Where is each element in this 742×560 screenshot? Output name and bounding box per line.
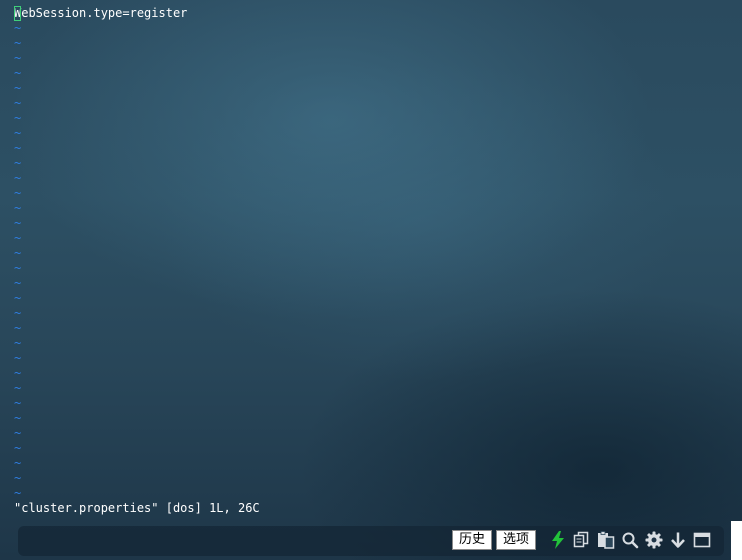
empty-line-markers: ~ ~ ~ ~ ~ ~ ~ ~ ~ ~ ~ ~ ~ ~ ~ ~ ~ ~ ~ ~ ~ ~ ~ ~ ~ ~ ~ ~ ~ ~ ~ ~ bbox=[14, 21, 734, 501]
empty-line-tilde: ~ bbox=[14, 291, 22, 305]
empty-line-tilde: ~ bbox=[14, 21, 22, 35]
download-arrow-icon[interactable] bbox=[668, 530, 688, 550]
empty-line-tilde: ~ bbox=[14, 366, 22, 380]
vim-status-line: "cluster.properties" [dos] 1L, 26C bbox=[14, 501, 260, 515]
editor-line-text: ebSession.type=register bbox=[21, 6, 188, 20]
options-button[interactable]: 选项 bbox=[495, 530, 536, 550]
empty-line-tilde: ~ bbox=[14, 336, 22, 350]
empty-line-tilde: ~ bbox=[14, 426, 22, 440]
empty-line-tilde: ~ bbox=[14, 411, 22, 425]
history-button[interactable]: 历史 bbox=[451, 530, 492, 550]
empty-line-tilde: ~ bbox=[14, 96, 22, 110]
toolbar: 历史 选项 bbox=[451, 530, 712, 550]
bottom-toolbar-bar: 历史 选项 bbox=[18, 526, 724, 556]
gear-icon[interactable] bbox=[644, 530, 664, 550]
empty-line-tilde: ~ bbox=[14, 126, 22, 140]
search-icon[interactable] bbox=[620, 530, 640, 550]
empty-line-tilde: ~ bbox=[14, 111, 22, 125]
empty-line-tilde: ~ bbox=[14, 396, 22, 410]
empty-line-tilde: ~ bbox=[14, 36, 22, 50]
terminal-area[interactable]: WebSession.type=register ~ ~ ~ ~ ~ ~ ~ ~ ~ ~ ~ ~ ~ ~ ~… bbox=[14, 6, 734, 516]
empty-line-tilde: ~ bbox=[14, 186, 22, 200]
empty-line-tilde: ~ bbox=[14, 456, 22, 470]
editor-line-1: WebSession.type=register bbox=[14, 6, 734, 21]
empty-line-tilde: ~ bbox=[14, 441, 22, 455]
empty-line-tilde: ~ bbox=[14, 81, 22, 95]
empty-line-tilde: ~ bbox=[14, 351, 22, 365]
empty-line-tilde: ~ bbox=[14, 141, 22, 155]
empty-line-tilde: ~ bbox=[14, 486, 22, 500]
empty-line-tilde: ~ bbox=[14, 216, 22, 230]
empty-line-tilde: ~ bbox=[14, 66, 22, 80]
window-maximize-icon[interactable] bbox=[692, 530, 712, 550]
empty-line-tilde: ~ bbox=[14, 381, 22, 395]
empty-line-tilde: ~ bbox=[14, 471, 22, 485]
empty-line-tilde: ~ bbox=[14, 156, 22, 170]
right-edge-strip bbox=[731, 521, 742, 560]
empty-line-tilde: ~ bbox=[14, 246, 22, 260]
paste-icon[interactable] bbox=[596, 530, 616, 550]
empty-line-tilde: ~ bbox=[14, 51, 22, 65]
lightning-icon[interactable] bbox=[548, 530, 568, 550]
empty-line-tilde: ~ bbox=[14, 321, 22, 335]
empty-line-tilde: ~ bbox=[14, 306, 22, 320]
empty-line-tilde: ~ bbox=[14, 261, 22, 275]
empty-line-tilde: ~ bbox=[14, 201, 22, 215]
empty-line-tilde: ~ bbox=[14, 171, 22, 185]
empty-line-tilde: ~ bbox=[14, 231, 22, 245]
empty-line-tilde: ~ bbox=[14, 276, 22, 290]
copy-icon[interactable] bbox=[572, 530, 592, 550]
